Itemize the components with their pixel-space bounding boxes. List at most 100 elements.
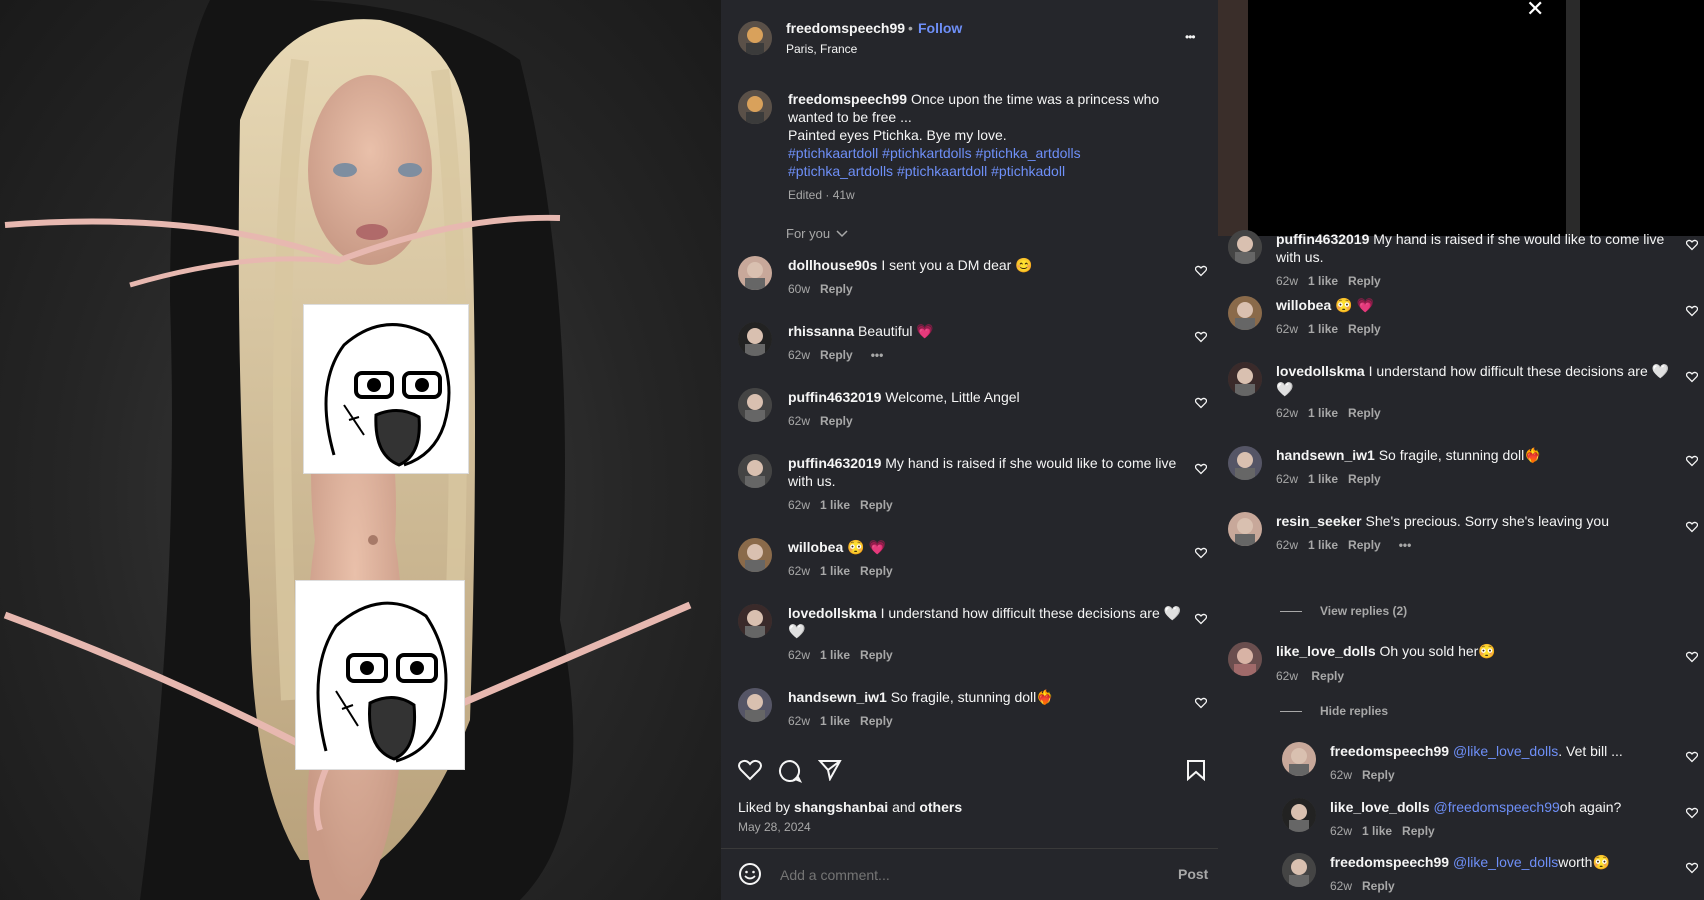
reply-username[interactable]: freedomspeech99 xyxy=(1330,743,1449,759)
comment-like-icon[interactable] xyxy=(1195,265,1207,277)
comment-username[interactable]: like_love_dolls xyxy=(1276,643,1376,659)
reply-mention[interactable]: @like_love_dolls xyxy=(1453,743,1558,759)
comment-like-icon[interactable] xyxy=(1195,397,1207,409)
comment-like-icon[interactable] xyxy=(1195,463,1207,475)
for-you-dropdown[interactable]: For you xyxy=(786,226,848,241)
reply-mention[interactable]: @freedomspeech99 xyxy=(1434,799,1560,815)
bookmark-icon[interactable] xyxy=(1186,759,1206,781)
location-label[interactable]: Paris, France xyxy=(786,42,857,56)
comment-avatar[interactable] xyxy=(1228,230,1262,264)
comment-avatar[interactable] xyxy=(1228,512,1262,546)
reply-button[interactable]: Reply xyxy=(860,564,893,578)
comment-likes[interactable]: 1 like xyxy=(820,714,850,728)
hide-replies-button[interactable]: Hide replies xyxy=(1320,704,1388,718)
caption-username[interactable]: freedomspeech99 xyxy=(788,91,907,107)
comment-username[interactable]: willobea xyxy=(788,539,843,555)
comment-username[interactable]: resin_seeker xyxy=(1276,513,1362,529)
reply-button[interactable]: Reply xyxy=(1348,322,1381,336)
comment-like-icon[interactable] xyxy=(1686,651,1698,663)
comment-likes[interactable]: 1 like xyxy=(1308,274,1338,288)
reply-username[interactable]: freedomspeech99 xyxy=(1330,854,1449,870)
more-options-icon[interactable]: ••• xyxy=(1399,538,1412,552)
comment-likes[interactable]: 1 like xyxy=(820,498,850,512)
reply-username[interactable]: like_love_dolls xyxy=(1330,799,1430,815)
comment-username[interactable]: puffin4632019 xyxy=(1276,231,1369,247)
reply-button[interactable]: Reply xyxy=(1348,538,1381,552)
reply-button[interactable]: Reply xyxy=(1348,406,1381,420)
comment-like-icon[interactable] xyxy=(1686,862,1698,874)
reply-button[interactable]: Reply xyxy=(860,714,893,728)
comment-icon[interactable] xyxy=(778,759,802,783)
comment-likes[interactable]: 1 like xyxy=(1308,472,1338,486)
comment-username[interactable]: handsewn_iw1 xyxy=(788,689,887,705)
reply-button[interactable]: Reply xyxy=(820,414,853,428)
comment-username[interactable]: handsewn_iw1 xyxy=(1276,447,1375,463)
post-button[interactable]: Post xyxy=(1178,866,1208,882)
comment-like-icon[interactable] xyxy=(1686,305,1698,317)
reply-button[interactable]: Reply xyxy=(1311,669,1344,683)
comment-avatar[interactable] xyxy=(738,454,772,488)
add-comment-input[interactable] xyxy=(778,862,1132,888)
comment-avatar[interactable] xyxy=(1228,296,1262,330)
comment-username[interactable]: dollhouse90s xyxy=(788,257,877,273)
comment-like-icon[interactable] xyxy=(1195,697,1207,709)
reply-button[interactable]: Reply xyxy=(860,498,893,512)
comment-avatar[interactable] xyxy=(738,388,772,422)
hashtags-line-1[interactable]: #ptichkaartdoll #ptichkartdolls #ptichka… xyxy=(788,145,1081,161)
comment-avatar[interactable] xyxy=(738,538,772,572)
more-options-icon[interactable]: ••• xyxy=(871,348,884,362)
reply-button[interactable]: Reply xyxy=(1362,768,1395,782)
comment-username[interactable]: puffin4632019 xyxy=(788,389,881,405)
comment-like-icon[interactable] xyxy=(1686,807,1698,819)
reply-button[interactable]: Reply xyxy=(820,282,853,296)
reply-button[interactable]: Reply xyxy=(1348,274,1381,288)
reply-button[interactable]: Reply xyxy=(1348,472,1381,486)
comment-avatar[interactable] xyxy=(738,256,772,290)
liked-by-others[interactable]: others xyxy=(919,799,962,815)
comment-likes[interactable]: 1 like xyxy=(1308,322,1338,336)
comment-username[interactable]: lovedollskma xyxy=(1276,363,1365,379)
comment-likes[interactable]: 1 like xyxy=(1308,406,1338,420)
reply-mention[interactable]: @like_love_dolls xyxy=(1453,854,1558,870)
comment-like-icon[interactable] xyxy=(1195,547,1207,559)
comment-likes[interactable]: 1 like xyxy=(820,648,850,662)
comment-like-icon[interactable] xyxy=(1195,613,1207,625)
comment-avatar[interactable] xyxy=(1282,742,1316,776)
comment-avatar[interactable] xyxy=(1282,853,1316,887)
reply-button[interactable]: Reply xyxy=(1362,879,1395,893)
comment-avatar[interactable] xyxy=(1228,362,1262,396)
author-avatar[interactable] xyxy=(738,21,772,55)
comment-avatar[interactable] xyxy=(738,322,772,356)
view-replies-button[interactable]: View replies (2) xyxy=(1320,604,1407,618)
reply-button[interactable]: Reply xyxy=(1402,824,1435,838)
hashtags-line-2[interactable]: #ptichka_artdolls #ptichkaartdoll #ptich… xyxy=(788,163,1065,179)
comment-username[interactable]: puffin4632019 xyxy=(788,455,881,471)
comment-username[interactable]: lovedollskma xyxy=(788,605,877,621)
close-icon[interactable]: ✕ xyxy=(1526,0,1544,22)
comment-like-icon[interactable] xyxy=(1686,455,1698,467)
heart-icon[interactable] xyxy=(738,759,762,781)
author-username[interactable]: freedomspeech99 xyxy=(786,20,905,36)
emoji-icon[interactable] xyxy=(738,862,762,886)
liked-by-user[interactable]: shangshanbai xyxy=(794,799,888,815)
comment-username[interactable]: willobea xyxy=(1276,297,1331,313)
comment-likes[interactable]: 1 like xyxy=(820,564,850,578)
comment-like-icon[interactable] xyxy=(1686,239,1698,251)
comment-likes[interactable]: 1 like xyxy=(1308,538,1338,552)
reply-button[interactable]: Reply xyxy=(820,348,853,362)
comment-avatar[interactable] xyxy=(738,688,772,722)
share-icon[interactable] xyxy=(818,759,842,781)
comment-avatar[interactable] xyxy=(738,604,772,638)
comment-like-icon[interactable] xyxy=(1686,371,1698,383)
comment-like-icon[interactable] xyxy=(1686,751,1698,763)
comment-like-icon[interactable] xyxy=(1686,521,1698,533)
reply-likes[interactable]: 1 like xyxy=(1362,824,1392,838)
reply-button[interactable]: Reply xyxy=(860,648,893,662)
caption-author-avatar[interactable] xyxy=(738,90,772,124)
comment-avatar[interactable] xyxy=(1228,446,1262,480)
comment-avatar[interactable] xyxy=(1228,642,1262,676)
comment-avatar[interactable] xyxy=(1282,798,1316,832)
more-icon[interactable]: ••• xyxy=(1185,30,1196,44)
comment-username[interactable]: rhissanna xyxy=(788,323,854,339)
follow-button[interactable]: Follow xyxy=(918,20,962,36)
